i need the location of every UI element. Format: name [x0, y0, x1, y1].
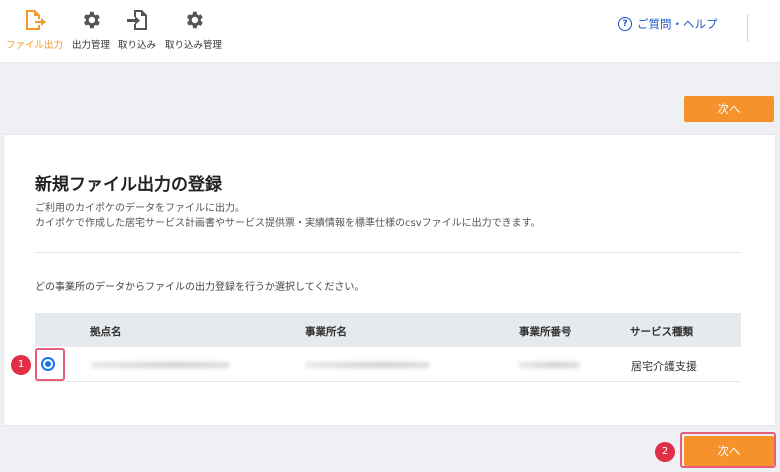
instruction-text: どの事業所のデータからファイルの出力登録を行うか選択してください。: [35, 282, 365, 293]
description-line-2: カイポケで作成した居宅サービス計画書やサービス提供票・実績情報を標準仕様のcsv…: [35, 218, 541, 229]
nav-item-import[interactable]: 取り込み: [118, 8, 156, 54]
next-button-bottom[interactable]: 次へ: [684, 436, 774, 466]
column-header-office-number: 事業所番号: [519, 326, 572, 338]
base-name-redacted: [90, 362, 230, 368]
gear-icon: [182, 8, 206, 32]
step-badge-2: 2: [655, 442, 675, 462]
column-header-office: 事業所名: [305, 326, 347, 338]
office-name-redacted: [305, 362, 430, 368]
nav-item-label: 取り込み: [118, 40, 157, 51]
top-nav-bar: ファイル出力 出力管理 取り込み 取り込み管理 ? ご質問・ヘルプ: [0, 0, 780, 63]
section-divider: [35, 252, 741, 253]
office-number-redacted: [518, 362, 580, 368]
column-header-service-type: サービス種類: [630, 326, 693, 338]
nav-item-file-export[interactable]: ファイル出力: [6, 8, 63, 54]
help-label: ご質問・ヘルプ: [637, 17, 718, 31]
nav-item-import-management[interactable]: 取り込み管理: [165, 8, 222, 54]
next-button-top[interactable]: 次へ: [684, 96, 774, 122]
nav-item-output-management[interactable]: 出力管理: [72, 8, 110, 54]
column-header-base: 拠点名: [90, 326, 122, 338]
row-divider: [35, 381, 741, 382]
help-link[interactable]: ? ご質問・ヘルプ: [618, 16, 718, 32]
file-import-icon: [125, 8, 149, 32]
nav-item-label: 出力管理: [72, 40, 111, 51]
file-export-icon: [23, 8, 47, 32]
nav-item-label: ファイル出力: [6, 40, 64, 51]
page-title: 新規ファイル出力の登録: [35, 175, 222, 195]
service-type-cell: 居宅介護支援: [631, 360, 697, 373]
table-header: 拠点名 事業所名 事業所番号 サービス種類: [35, 313, 741, 347]
gear-icon: [79, 8, 103, 32]
description-line-1: ご利用のカイポケのデータをファイルに出力。: [35, 203, 245, 214]
nav-item-label: 取り込み管理: [165, 40, 223, 51]
question-icon: ?: [618, 17, 632, 31]
divider: [747, 14, 748, 42]
step-badge-1: 1: [11, 355, 31, 375]
office-radio-button[interactable]: [41, 357, 55, 371]
